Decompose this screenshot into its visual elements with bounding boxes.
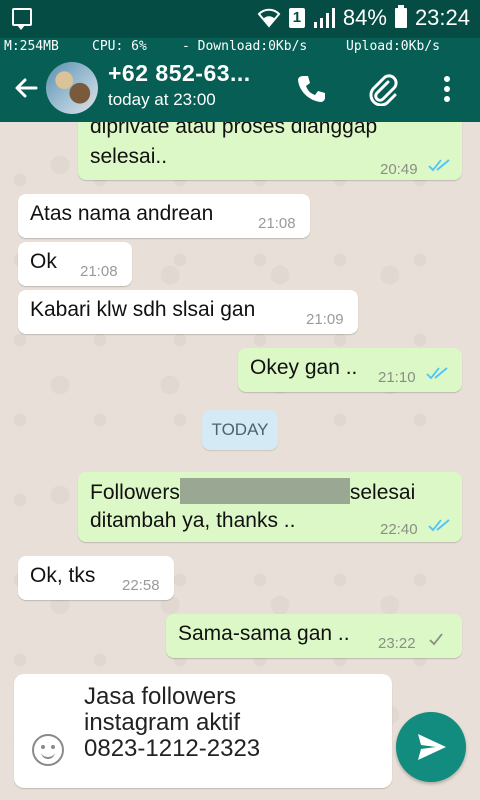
message-time: 21:08 xyxy=(80,263,118,280)
send-button[interactable] xyxy=(396,712,466,782)
emoji-icon[interactable] xyxy=(32,734,64,766)
single-check-icon xyxy=(429,633,443,646)
upload-readout: Upload:0Kb/s xyxy=(346,39,440,54)
back-arrow-icon[interactable] xyxy=(12,74,40,102)
message-text: Okey gan .. xyxy=(250,356,358,379)
status-bar: 1 84% 23:24 xyxy=(0,0,480,38)
message-text: Sama-sama gan .. xyxy=(178,622,350,645)
message-time: 21:09 xyxy=(306,311,344,328)
message-text: ditambah ya, thanks .. xyxy=(90,509,296,532)
send-icon xyxy=(418,734,446,760)
message-bubble-incoming[interactable]: Atas nama andrean 21:08 xyxy=(18,194,310,238)
system-monitor-overlay: M:254MB CPU: 6% - Download:0Kb/s Upload:… xyxy=(0,38,480,56)
message-bubble-outgoing[interactable]: Okey gan .. 21:10 xyxy=(238,348,462,392)
message-input[interactable]: Jasa followers instagram aktif 0823-1212… xyxy=(84,684,384,762)
message-bubble-incoming[interactable]: Kabari klw sdh slsai gan 21:09 xyxy=(18,290,358,334)
message-bubble-incoming[interactable]: Ok 21:08 xyxy=(18,242,132,286)
avatar[interactable] xyxy=(46,62,98,114)
message-bubble-outgoing[interactable]: Sama-sama gan .. 23:22 xyxy=(166,614,462,658)
clock: 23:24 xyxy=(414,5,470,30)
sim-icon: 1 xyxy=(288,8,305,28)
message-time: 23:22 xyxy=(378,635,416,652)
phone-icon[interactable] xyxy=(294,72,328,106)
download-readout: - Download:0Kb/s xyxy=(182,39,308,54)
battery-icon xyxy=(394,5,407,28)
message-time: 22:58 xyxy=(122,577,160,594)
notification-icon xyxy=(12,8,32,30)
signal-icon xyxy=(313,8,335,28)
message-list[interactable]: diprivate atau proses dianggap selesai..… xyxy=(0,122,480,672)
last-seen-status: today at 23:00 xyxy=(108,90,216,109)
status-bar-right: 1 84% 23:24 xyxy=(257,5,470,31)
message-text: selesai.. xyxy=(90,145,168,168)
message-time: 21:10 xyxy=(378,369,416,386)
message-text: Kabari klw sdh slsai gan xyxy=(30,298,256,321)
wifi-icon xyxy=(257,8,281,28)
memory-readout: M:254MB xyxy=(4,39,59,54)
message-text: Ok xyxy=(30,250,57,273)
date-separator: TODAY xyxy=(202,410,278,450)
double-check-icon xyxy=(428,159,450,172)
redacted-block xyxy=(179,478,350,504)
message-text: selesai xyxy=(349,481,416,504)
message-bubble-incoming[interactable]: Ok, tks 22:58 xyxy=(18,556,174,600)
more-vert-icon[interactable] xyxy=(430,72,464,106)
message-bubble-outgoing[interactable]: diprivate atau proses dianggap selesai..… xyxy=(78,122,462,180)
cpu-readout: CPU: 6% xyxy=(92,39,147,54)
message-text: diprivate atau proses dianggap xyxy=(90,122,378,138)
message-time: 22:40 xyxy=(380,521,418,538)
message-text: Ok, tks xyxy=(30,564,96,587)
double-check-icon xyxy=(428,519,450,532)
message-bubble-outgoing[interactable]: Followers selesai ditambah ya, thanks .. … xyxy=(78,472,462,542)
contact-name[interactable]: +62 852-63... xyxy=(108,60,251,87)
message-composer[interactable]: Jasa followers instagram aktif 0823-1212… xyxy=(14,674,392,788)
message-text: Followers xyxy=(90,481,180,504)
message-time: 20:49 xyxy=(380,161,418,178)
message-time: 21:08 xyxy=(258,215,296,232)
attachment-icon[interactable] xyxy=(366,72,400,106)
battery-percent: 84% xyxy=(342,5,387,30)
double-check-icon xyxy=(426,367,448,380)
message-text: Atas nama andrean xyxy=(30,202,214,225)
chat-header: +62 852-63... today at 23:00 xyxy=(0,56,480,122)
